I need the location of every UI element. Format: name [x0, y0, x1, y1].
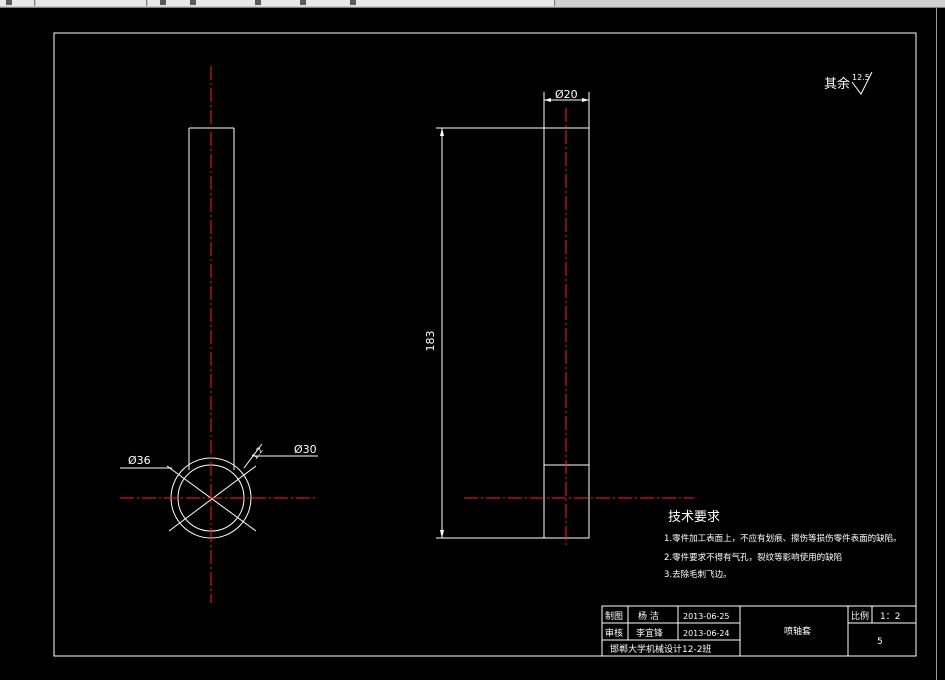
vertical-scrollbar[interactable] — [936, 8, 945, 680]
sheet-number: 5 — [877, 637, 883, 647]
technical-requirements: 技术要求 1.零件加工表面上，不应有划痕、擦伤等损伤零件表面的缺陷。 2.零件要… — [664, 510, 902, 580]
toolbar-icon[interactable] — [6, 0, 12, 5]
toolbar-segment[interactable] — [556, 0, 945, 6]
toolbar-segment[interactable] — [36, 0, 147, 6]
dim-arrow — [440, 128, 444, 136]
toolbar-icon[interactable] — [300, 0, 306, 5]
dim-rod-length: 183 — [424, 331, 437, 352]
tech-req-item: 2.零件要求不得有气孔，裂纹等影响使用的缺陷 — [664, 552, 842, 563]
dim-outer-diameter: Ø36 — [128, 454, 151, 467]
scale-value: 1：2 — [880, 612, 900, 622]
dim-inner-diameter: Ø30 — [294, 443, 317, 456]
checked-name: 李宜锋 — [636, 627, 663, 639]
toolbar-icon[interactable] — [160, 0, 166, 5]
dim-arrow — [440, 530, 444, 538]
cad-drawing-canvas[interactable]: Ø36 Ø30 1.2 Ø20 183 其余 12.5 技术要求 1.零件加工表… — [0, 8, 936, 680]
toolbar-icon[interactable] — [255, 0, 261, 5]
roughness-note: 其余 12.5 — [824, 71, 873, 95]
tech-req-title: 技术要求 — [668, 510, 720, 525]
roughness-label: 其余 — [824, 76, 850, 92]
scale-label: 比例 — [851, 610, 869, 622]
dim-chamfer: 1.2 — [250, 446, 265, 462]
toolbar-icon[interactable] — [190, 0, 196, 5]
tech-req-item: 3.去除毛刺飞边。 — [664, 569, 732, 580]
drawn-date: 2013-06-25 — [683, 612, 730, 621]
checked-label: 审核 — [605, 627, 623, 639]
toolbar-icon[interactable] — [350, 0, 356, 5]
drawn-label: 制图 — [605, 610, 623, 622]
dim-arrow — [582, 98, 589, 102]
dim-arrow — [544, 98, 551, 102]
dim-rod-diameter: Ø20 — [555, 88, 578, 101]
side-view: Ø20 183 — [424, 88, 694, 548]
school-name: 邯郸大学机械设计12-2班 — [610, 643, 711, 655]
toolbar-strip — [0, 0, 945, 8]
title-block: 制图 杨 洁 2013-06-25 审核 李宜锋 2013-06-24 喷轴套 … — [601, 605, 917, 657]
checked-date: 2013-06-24 — [683, 629, 730, 638]
tech-req-item: 1.零件加工表面上，不应有划痕、擦伤等损伤零件表面的缺陷。 — [664, 533, 902, 544]
drawn-name: 杨 洁 — [638, 610, 659, 622]
front-view: Ø36 Ø30 1.2 — [120, 66, 318, 603]
part-name: 喷轴套 — [784, 625, 811, 637]
